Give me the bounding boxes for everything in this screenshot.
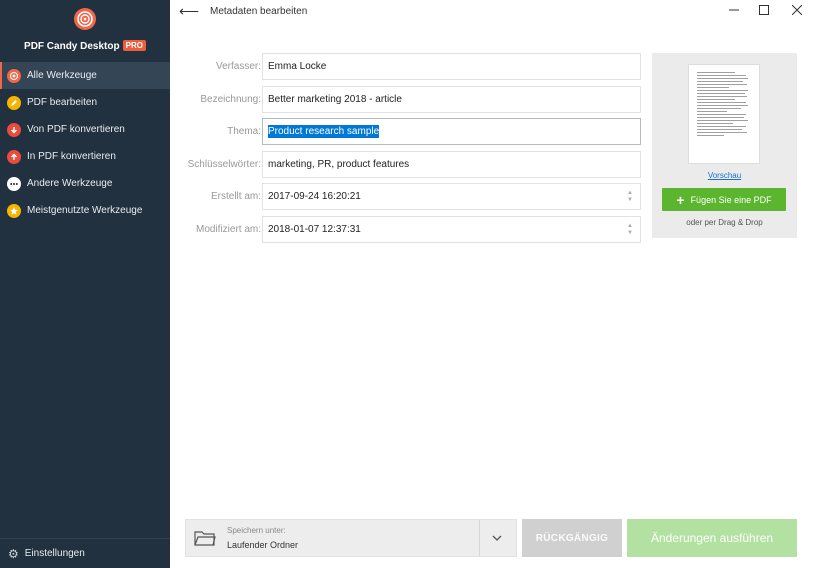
sidebar-item-von-pdf-konvertieren[interactable]: Von PDF konvertieren <box>0 116 170 143</box>
modified-spinner[interactable]: ▲ ▼ <box>626 223 634 237</box>
app-logo-icon <box>74 8 96 30</box>
author-label: Verfasser: <box>215 61 261 72</box>
app-title: PDF Candy Desktop PRO <box>0 40 170 52</box>
star-icon <box>7 203 21 218</box>
sidebar-item-label: PDF bearbeiten <box>27 97 98 108</box>
author-field[interactable]: Emma Locke <box>262 53 641 80</box>
settings-button[interactable]: ⚙ Einstellungen <box>0 538 170 568</box>
sidebar-item-andere-werkzeuge[interactable]: Andere Werkzeuge <box>0 170 170 197</box>
folder-icon <box>194 529 216 550</box>
spin-down-icon[interactable]: ▼ <box>626 197 634 204</box>
spin-up-icon[interactable]: ▲ <box>626 223 634 230</box>
candy-swirl-icon <box>7 68 21 83</box>
sidebar-nav: Alle Werkzeuge PDF bearbeiten Von PDF ko… <box>0 62 170 224</box>
modified-value: 2018-01-07 12:37:31 <box>268 224 361 235</box>
sidebar-item-pdf-bearbeiten[interactable]: PDF bearbeiten <box>0 89 170 116</box>
sidebar: PDF Candy Desktop PRO Alle Werkzeuge PDF … <box>0 0 170 568</box>
document-thumbnail[interactable] <box>688 64 760 164</box>
author-value: Emma Locke <box>268 61 327 72</box>
drag-drop-hint: oder per Drag & Drop <box>686 218 763 227</box>
minimize-button[interactable] <box>724 2 744 18</box>
page-title: Metadaten bearbeiten <box>210 6 308 17</box>
modified-row: Modifiziert am: 2018-01-07 12:37:31 ▲ ▼ <box>176 216 642 243</box>
sidebar-item-in-pdf-konvertieren[interactable]: In PDF konvertieren <box>0 143 170 170</box>
app-name: PDF Candy Desktop <box>24 41 120 52</box>
chevron-down-icon[interactable] <box>490 531 504 548</box>
maximize-icon <box>759 5 769 15</box>
more-dots-icon <box>7 176 21 191</box>
modified-field[interactable]: 2018-01-07 12:37:31 ▲ ▼ <box>262 216 641 243</box>
subject-label: Thema: <box>227 126 261 137</box>
sidebar-item-label: In PDF konvertieren <box>27 151 116 162</box>
title-field[interactable]: Better marketing 2018 - article <box>262 86 641 113</box>
created-label: Erstellt am: <box>210 191 261 202</box>
created-spinner[interactable]: ▲ ▼ <box>626 190 634 204</box>
spin-down-icon[interactable]: ▼ <box>626 230 634 237</box>
created-field[interactable]: 2017-09-24 16:20:21 ▲ ▼ <box>262 183 641 210</box>
minimize-icon <box>729 9 739 11</box>
save-location-label: Speichern unter: <box>227 526 286 535</box>
close-button[interactable] <box>787 2 807 18</box>
subject-value: Product research sample <box>268 125 380 138</box>
title-label: Bezeichnung: <box>200 94 261 105</box>
created-row: Erstellt am: 2017-09-24 16:20:21 ▲ ▼ <box>176 183 642 210</box>
author-row: Verfasser: Emma Locke <box>176 53 642 80</box>
keywords-value: marketing, PR, product features <box>268 159 410 170</box>
add-pdf-button[interactable]: + Fügen Sie eine PDF <box>662 188 786 211</box>
apply-changes-button[interactable]: Änderungen ausführen <box>627 519 797 557</box>
back-arrow-icon[interactable]: ⟵ <box>179 3 199 20</box>
subject-field[interactable]: Product research sample <box>262 118 641 145</box>
undo-button[interactable]: RÜCKGÄNGIG <box>522 519 622 557</box>
save-location-dropdown[interactable]: Speichern unter: Laufender Ordner <box>185 519 517 557</box>
settings-label: Einstellungen <box>24 548 85 559</box>
created-value: 2017-09-24 16:20:21 <box>268 191 361 202</box>
pro-badge: PRO <box>122 40 146 51</box>
arrow-down-icon <box>7 122 21 137</box>
divider <box>479 520 480 556</box>
title-row: Bezeichnung: Better marketing 2018 - art… <box>176 86 642 113</box>
sidebar-item-label: Meistgenutzte Werkzeuge <box>27 205 143 216</box>
sidebar-item-label: Von PDF konvertieren <box>27 124 125 135</box>
preview-link[interactable]: Vorschau <box>652 171 797 180</box>
sidebar-item-meistgenutzte-werkzeuge[interactable]: Meistgenutzte Werkzeuge <box>0 197 170 224</box>
preview-panel: Vorschau + Fügen Sie eine PDF oder per D… <box>652 53 797 238</box>
plus-icon: + <box>676 191 685 208</box>
arrow-up-icon <box>7 149 21 164</box>
pencil-icon <box>7 95 21 110</box>
keywords-field[interactable]: marketing, PR, product features <box>262 151 641 178</box>
save-location-value: Laufender Ordner <box>227 540 299 550</box>
sidebar-item-label: Alle Werkzeuge <box>27 70 97 81</box>
maximize-button[interactable] <box>754 2 774 18</box>
keywords-label: Schlüsselwörter: <box>187 159 261 170</box>
modified-label: Modifiziert am: <box>195 224 261 235</box>
sidebar-item-alle-werkzeuge[interactable]: Alle Werkzeuge <box>0 62 170 89</box>
sidebar-item-label: Andere Werkzeuge <box>27 178 113 189</box>
spin-up-icon[interactable]: ▲ <box>626 190 634 197</box>
subject-row: Thema: Product research sample <box>176 118 642 145</box>
add-pdf-label: Fügen Sie eine PDF <box>690 194 772 205</box>
keywords-row: Schlüsselwörter: marketing, PR, product … <box>176 151 642 178</box>
title-value: Better marketing 2018 - article <box>268 94 402 105</box>
gear-icon: ⚙ <box>8 546 19 561</box>
close-icon <box>792 5 802 15</box>
